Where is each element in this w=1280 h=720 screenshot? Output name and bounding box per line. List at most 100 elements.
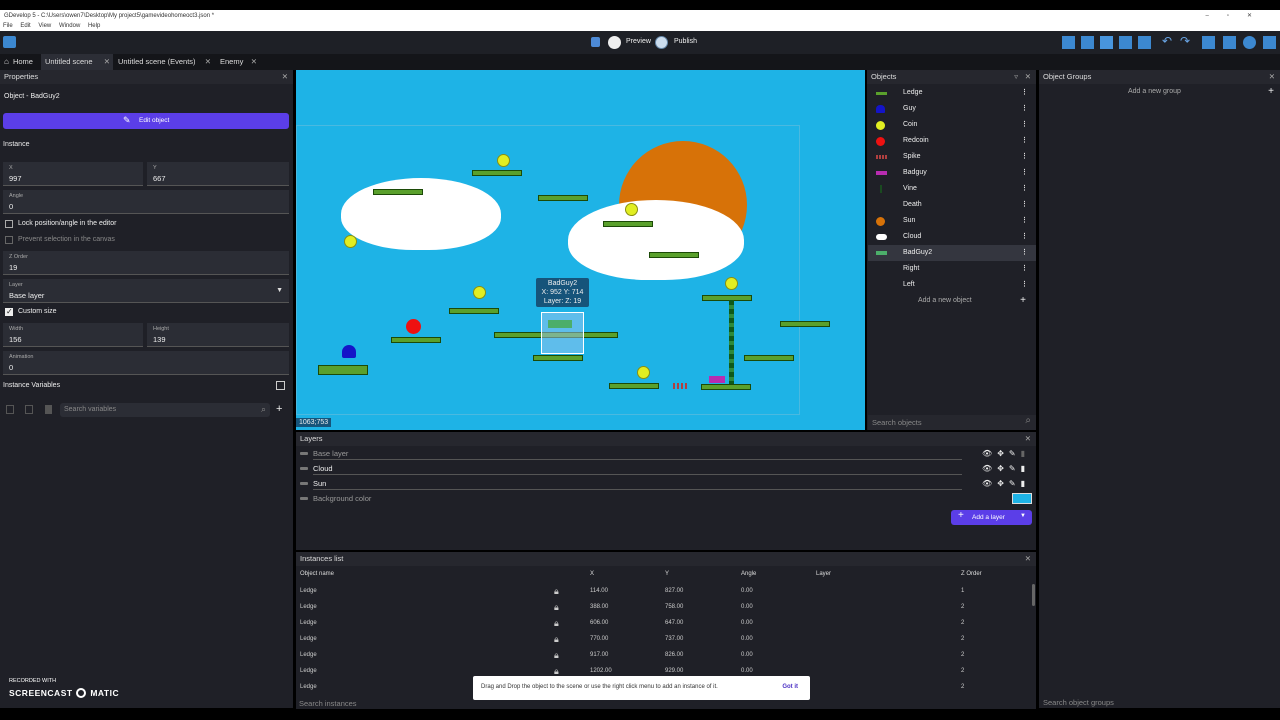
y-field[interactable]: Y 667 [147,162,289,186]
object-list-item[interactable]: Guy ⋮ [868,101,1036,117]
open-external-icon[interactable] [276,381,285,390]
column-object-name[interactable]: Object name [300,566,334,582]
close-icon[interactable]: ✕ [1025,552,1031,566]
effects-icon[interactable]: ✥ [997,449,1009,458]
more-icon[interactable]: ⋮ [1021,229,1028,245]
lock-icon[interactable]: 🔒︎ [554,583,559,599]
more-icon[interactable]: ⋮ [1021,117,1028,133]
layers-panel-icon[interactable] [1138,36,1151,49]
edit-icon[interactable]: ✎ [1009,479,1021,488]
column-layer[interactable]: Layer [816,566,831,582]
copy-icon[interactable] [6,405,14,414]
scene-canvas[interactable]: BadGuy2 X: 952 Y: 714 Layer: Z: 19 1063;… [296,70,865,430]
delete-icon[interactable]: ▮ [1021,479,1030,488]
effects-icon[interactable]: ✥ [997,464,1009,473]
visibility-icon[interactable]: 👁 [982,449,997,458]
more-icon[interactable]: ⋮ [1021,213,1028,229]
properties-panel-icon[interactable] [1100,36,1113,49]
menu-view[interactable]: View [38,23,51,29]
visibility-icon[interactable]: 👁 [982,464,997,473]
column-x[interactable]: X [590,566,594,582]
column-angle[interactable]: Angle [741,566,756,582]
close-icon[interactable]: ✕ [1025,432,1031,446]
lock-icon[interactable]: 🔒︎ [554,615,559,631]
close-icon[interactable]: ✕ [1025,70,1031,84]
window-controls[interactable]: –▫✕ [1206,10,1271,22]
angle-field[interactable]: Angle 0 [3,190,289,214]
filter-icon[interactable]: ▿ [1014,70,1018,84]
instances-scrollbar[interactable] [1032,584,1035,606]
edit-scene-icon[interactable] [1202,36,1215,49]
table-row[interactable]: Ledge 🔒︎ 917.00 826.00 0.00 2 [296,647,1036,663]
close-icon[interactable]: ✕ [282,70,288,84]
groups-panel-icon[interactable] [1081,36,1094,49]
height-field[interactable]: Height 139 [147,323,289,347]
table-row[interactable]: Ledge 🔒︎ 388.00 758.00 0.00 2 [296,599,1036,615]
table-row[interactable]: Ledge 🔒︎ 770.00 737.00 0.00 2 [296,631,1036,647]
visibility-icon[interactable]: 👁 [982,479,997,488]
search-object-groups-input[interactable]: Search object groups [1039,696,1280,708]
debug-icon[interactable] [591,37,600,47]
object-list-item[interactable]: Sun ⋮ [868,213,1036,229]
add-variable-icon[interactable]: + [276,403,282,415]
layer-row[interactable]: Sun 👁✥✎▮ [297,476,1034,491]
layer-select[interactable]: Layer Base layer ▼ [3,279,289,303]
object-list-item[interactable]: Vine ⋮ [868,181,1036,197]
object-list-item[interactable]: Badguy ⋮ [868,165,1036,181]
close-icon[interactable]: ✕ [104,54,110,70]
prevent-selection-checkbox[interactable] [5,236,13,244]
background-color-swatch[interactable] [1012,493,1032,504]
more-icon[interactable]: ⋮ [1021,85,1028,101]
more-icon[interactable]: ⋮ [1021,277,1028,293]
menu-file[interactable]: File [3,23,13,29]
layer-row[interactable]: Base layer 👁✥✎▮ [297,446,1034,461]
more-icon[interactable]: ⋮ [1021,133,1028,149]
width-field[interactable]: Width 156 [3,323,143,347]
zoom-icon[interactable] [1243,36,1256,49]
more-settings-icon[interactable] [1263,36,1276,49]
lock-icon[interactable]: 🔒︎ [554,631,559,647]
delete-icon[interactable] [45,405,52,414]
drag-handle-icon[interactable] [300,467,308,470]
paste-icon[interactable] [25,405,33,414]
object-list-item-selected[interactable]: BadGuy2 ⋮ [868,245,1036,261]
edit-object-button[interactable]: ✎ Edit object [3,113,289,129]
preview-button[interactable]: Preview [608,35,653,50]
tab-events[interactable]: Untitled scene (Events) ✕ [114,54,214,70]
edit-icon[interactable]: ✎ [1009,449,1021,458]
layer-row[interactable]: Cloud 👁✥✎▮ [297,461,1034,476]
effects-icon[interactable]: ✥ [997,479,1009,488]
more-icon[interactable]: ⋮ [1021,101,1028,117]
more-icon[interactable]: ⋮ [1021,165,1028,181]
zorder-field[interactable]: Z Order 19 [3,251,289,275]
add-new-group-button[interactable]: Add a new group + [1039,86,1280,100]
custom-size-checkbox[interactable] [5,307,13,316]
search-variables-input[interactable]: Search variables ⌕ [60,403,270,417]
object-list-item[interactable]: Coin ⋮ [868,117,1036,133]
drag-handle-icon[interactable] [300,482,308,485]
object-list-item[interactable]: Ledge ⋮ [868,85,1036,101]
search-objects-input[interactable]: Search objects ⌕ [868,415,1036,430]
menu-edit[interactable]: Edit [20,23,30,29]
redo-icon[interactable]: ↷ [1180,34,1190,48]
edit-icon[interactable]: ✎ [1009,464,1021,473]
object-list-item[interactable]: Death ⋮ [868,197,1036,213]
object-list-item[interactable]: Redcoin ⋮ [868,133,1036,149]
grid-icon[interactable] [1223,36,1236,49]
instances-list-icon[interactable] [1119,36,1132,49]
tab-scene[interactable]: Untitled scene ✕ [41,54,113,70]
tab-home[interactable]: ⌂ Home [0,54,40,70]
table-row[interactable]: Ledge 🔒︎ 114.00 827.00 0.00 1 [296,583,1036,599]
lock-icon[interactable]: 🔒︎ [554,647,559,663]
objects-panel-icon[interactable] [1062,36,1075,49]
close-icon[interactable]: ✕ [1269,70,1275,84]
add-layer-button[interactable]: + Add a layer ▼ [951,510,1032,525]
more-icon[interactable]: ⋮ [1021,149,1028,165]
more-icon[interactable]: ⋮ [1021,261,1028,277]
selected-instance[interactable] [541,312,584,354]
add-new-object-button[interactable]: Add a new object + [868,295,1036,310]
column-z-order[interactable]: Z Order [961,566,982,582]
got-it-button[interactable]: Got it [782,684,798,690]
more-icon[interactable]: ⋮ [1021,245,1028,261]
column-y[interactable]: Y [665,566,669,582]
